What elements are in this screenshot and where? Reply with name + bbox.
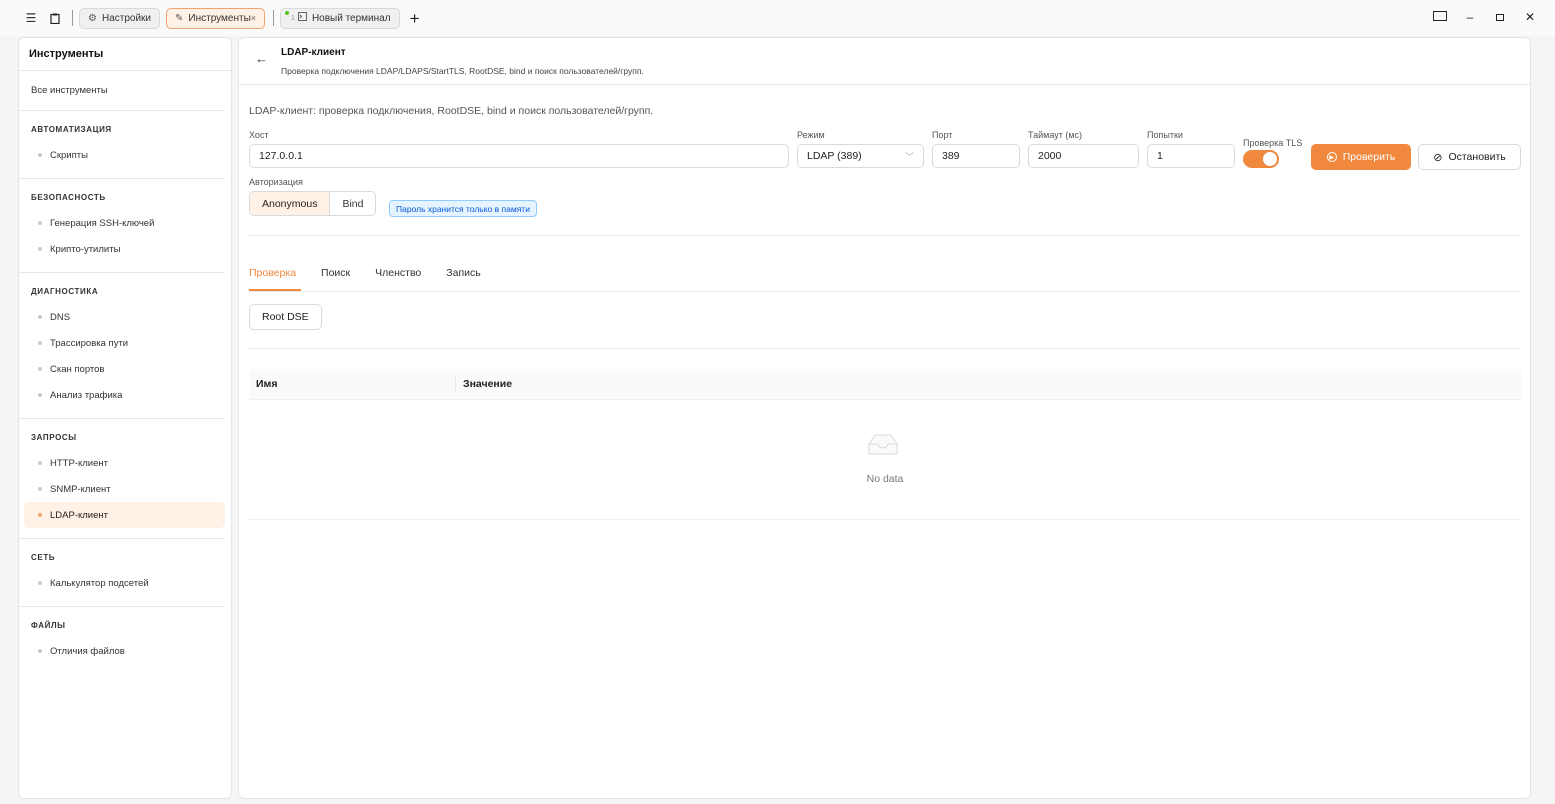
sidebar-section-security: БЕЗОПАСНОСТЬ Генерация SSH-ключей Крипто… [19, 179, 225, 273]
page-description: LDAP-клиент: проверка подключения, RootD… [249, 105, 654, 117]
tab-write[interactable]: Запись [446, 267, 480, 279]
divider [249, 348, 1521, 349]
mode-label: Режим [797, 130, 825, 140]
minimize-icon[interactable]: – [1463, 10, 1477, 24]
retries-input[interactable] [1147, 144, 1235, 168]
port-input[interactable] [932, 144, 1020, 168]
menu-icon[interactable]: ☰ [22, 9, 40, 27]
separator [72, 10, 73, 26]
tab-label: Настройки [101, 12, 152, 24]
title-bar: ☰ ⚙ Настройки ✎ Инструменты × 1 Новый те… [0, 0, 1555, 36]
sidebar-item-crypto[interactable]: Крипто-утилиты [24, 236, 225, 262]
tls-check-label: Проверка TLS [1243, 138, 1303, 148]
stop-button[interactable]: ⊘ Остановить [1418, 144, 1521, 170]
auth-label: Авторизация [249, 177, 303, 187]
mode-select[interactable]: LDAP (389) ﹀ [797, 144, 924, 168]
sidebar-title: Инструменты [19, 38, 231, 71]
tools-icon: ✎ [175, 12, 184, 24]
tab-tools[interactable]: ✎ Инструменты × [166, 7, 266, 29]
tab-bar: Проверка Поиск Членство Запись [249, 267, 481, 279]
tab-settings[interactable]: ⚙ Настройки [79, 7, 161, 29]
sidebar-item-traffic[interactable]: Анализ трафика [24, 382, 225, 408]
password-note-badge: Пароль хранится только в памяти [389, 200, 537, 217]
section-heading: АВТОМАТИЗАЦИЯ [31, 125, 112, 134]
sidebar-item-ldap[interactable]: LDAP-клиент [24, 502, 225, 528]
stop-icon: ⊘ [1433, 151, 1443, 164]
tab-search[interactable]: Поиск [321, 267, 350, 279]
tls-check-toggle[interactable] [1243, 150, 1279, 168]
sidebar-section-automation: АВТОМАТИЗАЦИЯ Скрипты [19, 111, 225, 179]
sidebar-item-port-scan[interactable]: Скан портов [24, 356, 225, 382]
check-button[interactable]: ▶ Проверить [1311, 144, 1411, 170]
empty-inbox-icon [868, 434, 898, 455]
sidebar-item-scripts[interactable]: Скрипты [24, 142, 225, 168]
section-heading: ФАЙЛЫ [31, 621, 66, 630]
host-input[interactable] [249, 144, 789, 168]
timeout-input[interactable] [1028, 144, 1139, 168]
page-title: LDAP-клиент [281, 47, 346, 58]
close-icon[interactable]: × [251, 13, 256, 23]
sidebar-item-traceroute[interactable]: Трассировка пути [24, 330, 225, 356]
tab-check[interactable]: Проверка [249, 267, 296, 279]
tab-label: Новый терминал [311, 12, 391, 24]
column-header-name[interactable]: Имя [249, 376, 456, 392]
sidebar-section-files: ФАЙЛЫ Отличия файлов [19, 607, 225, 674]
main-panel: ← LDAP-клиент Проверка подключения LDAP/… [238, 37, 1531, 799]
tab-label: Инструменты [188, 12, 251, 24]
tab-divider [249, 291, 1521, 292]
table-header: Имя Значение [249, 369, 1521, 400]
close-window-icon[interactable]: ✕ [1523, 10, 1537, 24]
auth-option-anonymous[interactable]: Anonymous [250, 192, 331, 215]
divider [249, 235, 1521, 236]
sidebar-item-subnet-calc[interactable]: Калькулятор подсетей [24, 570, 225, 596]
table-empty-state: No data [249, 400, 1521, 520]
status-dot [285, 10, 290, 15]
sidebar-item-all-tools[interactable]: Все инструменты [19, 71, 225, 111]
tab-number: 1 [291, 14, 295, 22]
sidebar-section-diagnostics: ДИАГНОСТИКА DNS Трассировка пути Скан по… [19, 273, 225, 419]
page-header: ← LDAP-клиент Проверка подключения LDAP/… [239, 38, 1530, 85]
column-header-value[interactable]: Значение [456, 378, 512, 390]
section-heading: ДИАГНОСТИКА [31, 287, 99, 296]
sidebar-item-snmp[interactable]: SNMP-клиент [24, 476, 225, 502]
clipboard-icon[interactable] [46, 9, 64, 27]
sidebar-section-requests: ЗАПРОСЫ HTTP-клиент SNMP-клиент LDAP-кли… [19, 419, 225, 539]
section-heading: БЕЗОПАСНОСТЬ [31, 193, 106, 202]
terminal-icon [297, 12, 307, 24]
sidebar-item-file-diff[interactable]: Отличия файлов [24, 638, 225, 664]
host-label: Хост [249, 130, 269, 140]
chevron-down-icon: ﹀ [904, 151, 914, 162]
layout-icon[interactable] [1433, 10, 1447, 24]
sidebar-item-dns[interactable]: DNS [24, 304, 225, 330]
sidebar-item-http[interactable]: HTTP-клиент [24, 450, 225, 476]
maximize-icon[interactable] [1493, 10, 1507, 24]
tab-new-terminal[interactable]: 1 Новый терминал [280, 7, 400, 29]
play-circle-icon: ▶ [1326, 152, 1337, 162]
section-heading: ЗАПРОСЫ [31, 433, 77, 442]
back-arrow-icon[interactable]: ← [255, 51, 268, 66]
tab-membership[interactable]: Членство [375, 267, 421, 279]
empty-text: No data [866, 473, 904, 485]
retries-label: Попытки [1147, 130, 1183, 140]
sidebar: Инструменты Все инструменты АВТОМАТИЗАЦИ… [18, 37, 232, 799]
sidebar-section-network: СЕТЬ Калькулятор подсетей [19, 539, 225, 607]
port-label: Порт [932, 130, 953, 140]
page-subtitle: Проверка подключения LDAP/LDAPS/StartTLS… [281, 66, 644, 76]
root-dse-button[interactable]: Root DSE [249, 304, 322, 330]
separator [273, 10, 275, 26]
section-heading: СЕТЬ [31, 553, 56, 562]
auth-option-bind[interactable]: Bind [330, 192, 376, 215]
sidebar-item-ssh-keygen[interactable]: Генерация SSH-ключей [24, 210, 225, 236]
timeout-label: Таймаут (мс) [1028, 130, 1083, 140]
gear-icon: ⚙ [88, 12, 97, 24]
add-tab-button[interactable]: + [410, 10, 420, 27]
auth-segmented-control: Anonymous Bind [249, 191, 377, 216]
